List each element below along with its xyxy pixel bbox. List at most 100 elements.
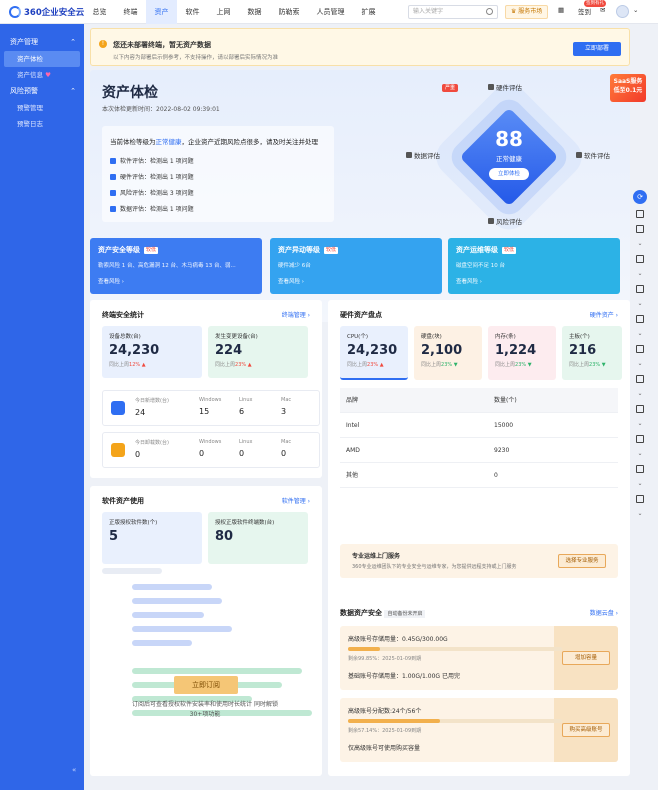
- chevron-down-icon[interactable]: ⌄: [633, 420, 647, 428]
- sidebar-group-warning[interactable]: 风险预警 ⌃: [0, 83, 84, 100]
- software-manage-link[interactable]: 软件管理 ›: [282, 496, 310, 505]
- buy-account-button[interactable]: 购买高级账号: [562, 723, 610, 737]
- authorized-software-card: 正版授权软件数(个) 5: [102, 512, 202, 564]
- asset-check-hero: 资产体检 本次体检更新时间：2022-08-02 09:39:01 当前体检等级…: [90, 70, 646, 322]
- table-header: 品牌 数量(个): [340, 388, 618, 413]
- stat-label: 内存(条): [495, 334, 516, 340]
- view-risk-link[interactable]: 查看风险 ›: [278, 277, 434, 285]
- stat-compare: 同比上周: [495, 362, 516, 368]
- deploy-button[interactable]: 立即部署: [573, 42, 621, 56]
- panel-title-text: 数据资产安全: [340, 609, 382, 617]
- allocation-progress-fill: [348, 719, 441, 723]
- changed-device-card: 发生变更设备(台) 224 同比上周23% ▲: [208, 326, 308, 378]
- network-icon[interactable]: [636, 225, 644, 233]
- sidebar-item-asset-info[interactable]: 资产信息 ♥: [0, 67, 84, 83]
- sidebar-item-warning-log[interactable]: 预警日志: [0, 116, 84, 132]
- search-input[interactable]: 输入关键字: [408, 5, 498, 19]
- chevron-down-icon[interactable]: ⌄: [633, 270, 647, 278]
- chevron-down-icon[interactable]: ⌄: [633, 6, 638, 14]
- signin-button[interactable]: 签到: [578, 6, 591, 16]
- axis-label: 数据评估: [414, 152, 440, 160]
- terminal-manage-link[interactable]: 终端管理 ›: [282, 310, 310, 319]
- collapse-icon[interactable]: «: [72, 766, 76, 774]
- nav-overview[interactable]: 总览: [84, 0, 115, 24]
- risk-icon: [110, 189, 116, 196]
- service-market-button[interactable]: ♛ 服务市场: [505, 5, 549, 19]
- book-icon[interactable]: [636, 315, 644, 323]
- avatar[interactable]: [616, 5, 629, 18]
- book-icon[interactable]: [636, 465, 644, 473]
- chevron-down-icon[interactable]: ⌄: [633, 360, 647, 368]
- chevron-down-icon[interactable]: ⌄: [633, 240, 647, 248]
- hw-card-motherboard[interactable]: 主板(个) 216 同比上周23% ▼: [562, 326, 622, 380]
- sidebar-item-warning-manage[interactable]: 预警管理: [0, 100, 84, 116]
- search-placeholder: 输入关键字: [413, 8, 444, 15]
- chevron-down-icon[interactable]: ⌄: [633, 450, 647, 458]
- phone-icon[interactable]: [636, 210, 644, 218]
- stat-pct: 23% ▼: [515, 362, 532, 368]
- nav-people[interactable]: 人员管理: [308, 0, 353, 24]
- nav-data[interactable]: 数据: [239, 0, 270, 24]
- check-now-button[interactable]: 立即体检: [489, 168, 529, 180]
- cell-label: Linux: [239, 439, 253, 445]
- data-cloud-link[interactable]: 数据云盘 ›: [590, 608, 618, 617]
- hardware-panel: 硬件资产盘点 硬件资产 › CPU(个) 24,230 同比上周23% ▲ 硬盘…: [328, 300, 630, 618]
- search-icon[interactable]: [486, 8, 493, 15]
- saas-promo[interactable]: SaaS服务 低至0.1元: [610, 74, 646, 102]
- summary-suffix: ，企业资产近期风险点很多，请及时关注并处理: [181, 138, 319, 146]
- book-icon[interactable]: [636, 255, 644, 263]
- sidebar-group-asset[interactable]: 资产管理 ⌃: [0, 34, 84, 51]
- network-icon[interactable]: [636, 285, 644, 293]
- blurred-bar: [132, 598, 222, 604]
- grid-icon[interactable]: ▦: [558, 6, 564, 14]
- chevron-down-icon[interactable]: ⌄: [633, 510, 647, 518]
- risk-icon: [488, 218, 494, 224]
- storage-progress: [348, 647, 562, 651]
- subscribe-button[interactable]: 立即订阅: [174, 676, 238, 694]
- nav-terminal[interactable]: 终端: [115, 0, 146, 24]
- nav-extend[interactable]: 扩展: [353, 0, 384, 24]
- nav-internet[interactable]: 上网: [208, 0, 239, 24]
- blurred-bar: [132, 626, 232, 632]
- network-icon[interactable]: [636, 435, 644, 443]
- add-capacity-button[interactable]: 增加容量: [562, 651, 610, 665]
- health-label: 正常健康: [496, 155, 522, 163]
- today-uninstall-row: 今日卸载数(台) 0 Windows 0 Linux 0 Mac 0: [102, 432, 320, 468]
- view-risk-link[interactable]: 查看风险 ›: [456, 277, 612, 285]
- chevron-down-icon[interactable]: ⌄: [633, 330, 647, 338]
- select-service-button[interactable]: 选择专业服务: [558, 554, 606, 568]
- hw-card-memory[interactable]: 内存(条) 1,224 同比上周23% ▼: [488, 326, 556, 380]
- subscribe-text: 订阅后可查看授权软件安装率和使用时长统计 同时解锁30+项功能: [132, 701, 278, 718]
- nav-ransomware[interactable]: 防勒索: [270, 0, 308, 24]
- view-risk-link[interactable]: 查看风险 ›: [98, 277, 254, 285]
- sidebar-item-asset-check[interactable]: 资产体检: [4, 51, 80, 67]
- promo-line: SaaS服务: [613, 78, 643, 85]
- grade-title: 资产异动等级: [278, 246, 320, 254]
- hw-card-disk[interactable]: 硬盘(块) 2,100 同比上周23% ▼: [414, 326, 482, 380]
- nav-software[interactable]: 软件: [177, 0, 208, 24]
- axis-risk: 风险评估: [488, 216, 522, 226]
- nav-assets[interactable]: 资产: [146, 0, 177, 24]
- chevron-down-icon[interactable]: ⌄: [633, 300, 647, 308]
- cell-value: 0: [135, 450, 141, 459]
- axis-label: 硬件评估: [496, 84, 522, 92]
- chevron-down-icon[interactable]: ⌄: [633, 390, 647, 398]
- refresh-icon[interactable]: ⟳: [633, 190, 647, 204]
- summary-line-risk: 风险评估：检测出 3 项问题: [110, 188, 194, 197]
- summary-line-text: 数据评估：检测出 1 项问题: [120, 206, 194, 213]
- health-score: 88: [495, 127, 523, 151]
- logo[interactable]: 360企业安全云: [9, 6, 84, 18]
- upload-icon[interactable]: [636, 405, 644, 413]
- upload-icon[interactable]: [636, 495, 644, 503]
- cell-label: Windows: [199, 397, 222, 403]
- ops-service-box: 专业运维上门服务 360专业运维团队下的专业安全与运维专家，为您提供远程支持或上…: [340, 544, 618, 578]
- hardware-link[interactable]: 硬件资产 ›: [590, 310, 618, 319]
- book-icon[interactable]: [636, 375, 644, 383]
- axis-hardware: 硬件评估: [488, 82, 522, 92]
- hw-card-cpu[interactable]: CPU(个) 24,230 同比上周23% ▲: [340, 326, 408, 380]
- chevron-down-icon[interactable]: ⌄: [633, 480, 647, 488]
- table-row: 其他 0: [340, 463, 618, 488]
- grade-title: 资产运维等级: [456, 246, 498, 254]
- message-icon[interactable]: ✉: [600, 6, 605, 14]
- upload-icon[interactable]: [636, 345, 644, 353]
